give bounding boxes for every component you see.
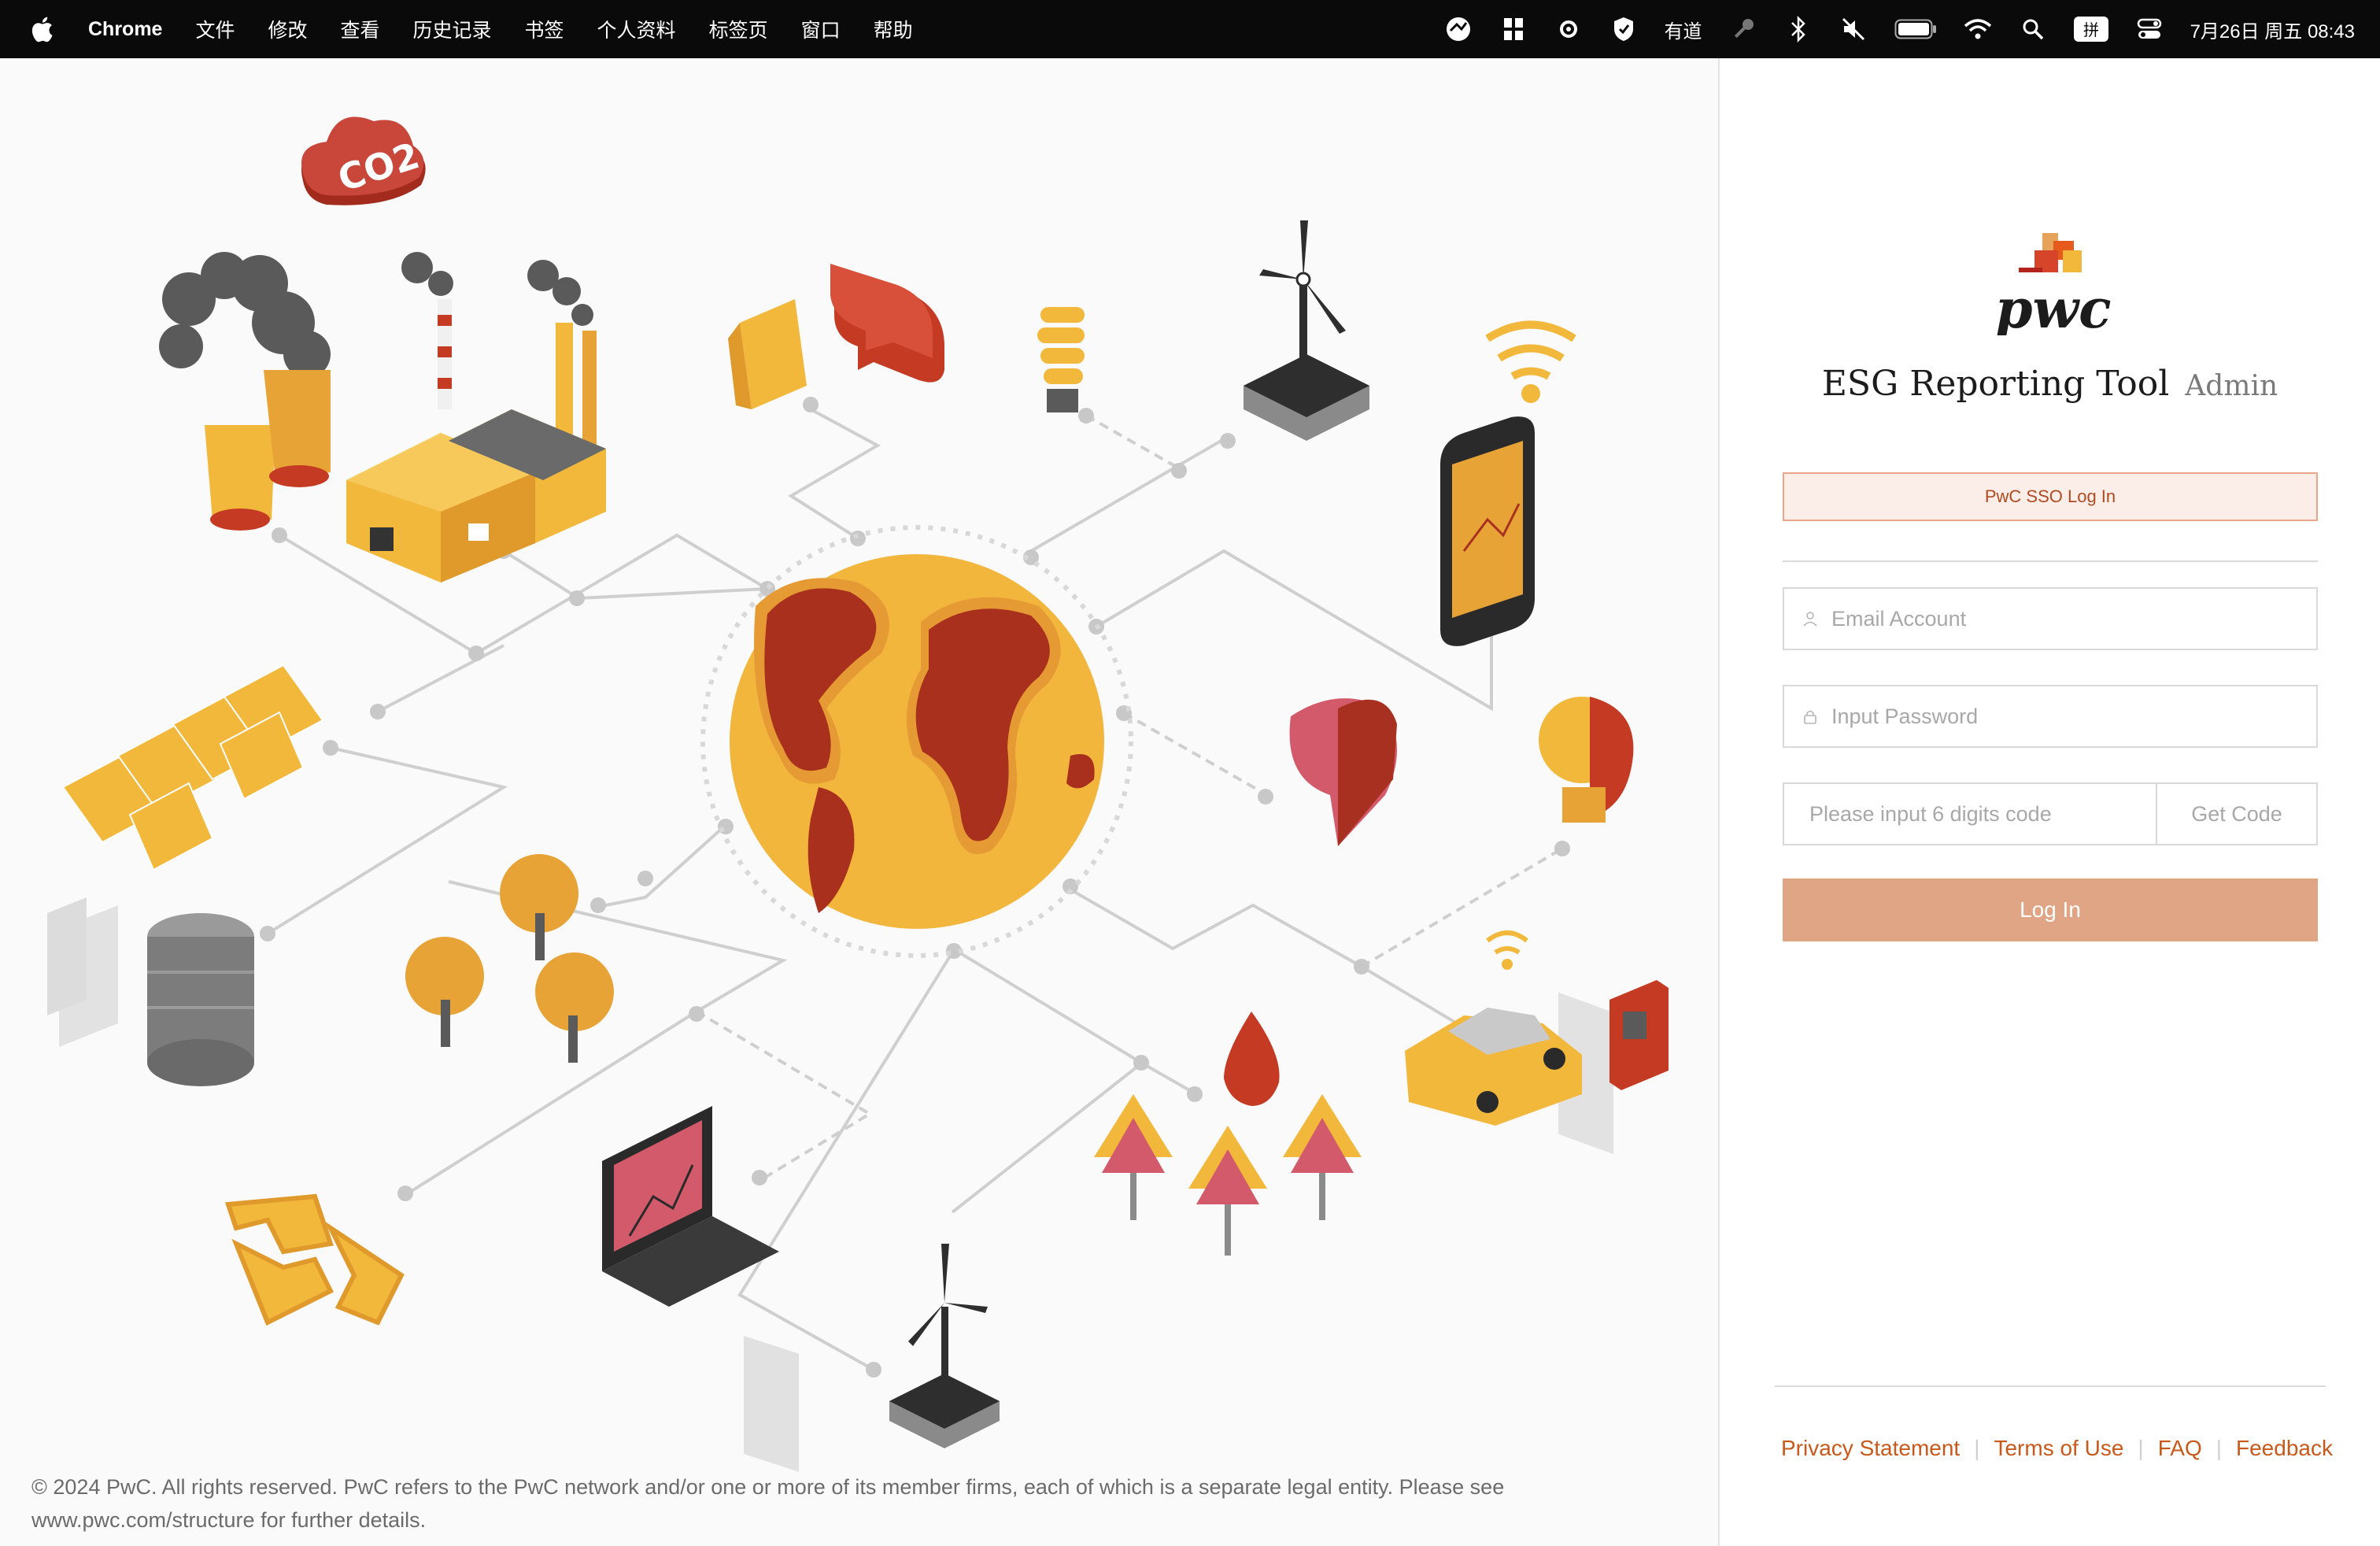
document-icon xyxy=(47,897,118,1047)
app-title-main: ESG Reporting Tool xyxy=(1821,364,2170,404)
menu-app-name[interactable]: Chrome xyxy=(88,18,162,41)
menu-bookmarks[interactable]: 书签 xyxy=(525,15,564,43)
water-drop-icon xyxy=(1224,1012,1280,1106)
solar-panels xyxy=(61,664,324,871)
lock-icon xyxy=(1804,710,1816,724)
privacy-statement-link[interactable]: Privacy Statement xyxy=(1781,1436,1960,1461)
key-icon[interactable] xyxy=(1729,15,1757,43)
bluetooth-icon[interactable] xyxy=(1784,15,1813,43)
co2-cloud-icon: CO2 xyxy=(301,117,426,205)
location-pin-icon xyxy=(1289,698,1397,846)
faq-link[interactable]: FAQ xyxy=(2158,1436,2202,1461)
menu-history[interactable]: 历史记录 xyxy=(413,15,492,43)
copyright-notice: © 2024 PwC. All rights reserved. PwC ref… xyxy=(31,1475,1505,1532)
feedback-link[interactable]: Feedback xyxy=(2236,1436,2333,1461)
get-code-button[interactable]: Get Code xyxy=(2156,782,2318,845)
input-method-icon[interactable]: 拼 xyxy=(2073,15,2108,43)
pwc-logo: pwc xyxy=(1995,233,2112,335)
verification-code-field[interactable] xyxy=(1783,782,2157,845)
sso-login-button[interactable]: PwC SSO Log In xyxy=(1783,472,2318,521)
login-button[interactable]: Log In xyxy=(1783,878,2318,941)
menu-edit[interactable]: 修改 xyxy=(268,15,307,43)
mute-icon[interactable] xyxy=(1839,15,1868,43)
apple-icon[interactable] xyxy=(30,15,54,43)
pine-trees xyxy=(1094,1094,1362,1256)
menu-datetime[interactable]: 7月26日 周五 08:43 xyxy=(2190,16,2355,43)
menu-help[interactable]: 帮助 xyxy=(874,15,913,43)
wifi-signal-icon xyxy=(1485,320,1576,380)
menu-file[interactable]: 文件 xyxy=(195,15,235,43)
login-panel: pwc ESG Reporting Tool Admin PwC SSO Log… xyxy=(1720,58,2380,1546)
menu-view[interactable]: 查看 xyxy=(341,15,380,43)
wifi-icon[interactable] xyxy=(1964,15,1992,43)
user-icon xyxy=(1803,612,1817,627)
footer-links: Privacy Statement | Terms of Use | FAQ |… xyxy=(1781,1436,2333,1461)
vpn-icon[interactable] xyxy=(1444,15,1473,43)
wind-turbine-icon xyxy=(1244,220,1369,441)
link-separator: | xyxy=(1974,1436,1980,1460)
youdao-icon[interactable]: 有道 xyxy=(1665,16,1702,43)
verification-code-input[interactable] xyxy=(1808,801,2142,827)
menu-profiles[interactable]: 个人资料 xyxy=(597,15,676,43)
app-title: ESG Reporting Tool Admin xyxy=(1720,364,2380,404)
recycle-icon xyxy=(224,1193,405,1326)
shopping-bag-icon xyxy=(728,299,807,409)
trees-orange xyxy=(405,854,614,1063)
link-separator: | xyxy=(2138,1436,2144,1460)
wind-turbine-bottom-icon xyxy=(889,1244,1000,1448)
search-icon[interactable] xyxy=(2019,15,2047,43)
shield-icon[interactable] xyxy=(1609,15,1638,43)
svg-text:pwc: pwc xyxy=(1995,278,2112,335)
password-input[interactable] xyxy=(1830,703,2274,730)
speech-bubble-icon xyxy=(830,264,944,383)
control-center-icon[interactable] xyxy=(2135,15,2164,43)
email-field[interactable] xyxy=(1783,587,2318,650)
laptop-icon xyxy=(602,1106,799,1472)
sync-icon[interactable] xyxy=(1554,15,1583,43)
factory-building xyxy=(346,409,606,583)
password-field[interactable] xyxy=(1783,685,2318,748)
charging-station-icon xyxy=(1609,980,1669,1090)
menu-bar: Chrome 文件 修改 查看 历史记录 书签 个人资料 标签页 窗口 帮助 有… xyxy=(0,0,2380,58)
battery-icon xyxy=(1894,15,1937,43)
svg-text:拼: 拼 xyxy=(2083,20,2099,39)
link-separator: | xyxy=(2216,1436,2222,1460)
divider xyxy=(1783,560,2318,562)
idea-bulb-icon xyxy=(1539,697,1634,823)
esg-illustration: CO2 xyxy=(47,117,1669,1472)
terms-of-use-link[interactable]: Terms of Use xyxy=(1994,1436,2123,1461)
footer-divider xyxy=(1775,1385,2326,1387)
email-input[interactable] xyxy=(1830,605,2274,632)
wifi-small-icon xyxy=(1486,930,1528,955)
electric-car-icon xyxy=(1405,1008,1582,1126)
puzzle-icon[interactable] xyxy=(1499,15,1528,43)
energy-saving-bulb-icon xyxy=(1037,307,1085,412)
menu-tabs[interactable]: 标签页 xyxy=(709,15,768,43)
menu-window[interactable]: 窗口 xyxy=(801,15,841,43)
app-title-suffix: Admin xyxy=(2185,370,2278,402)
server-icon xyxy=(147,913,254,1086)
